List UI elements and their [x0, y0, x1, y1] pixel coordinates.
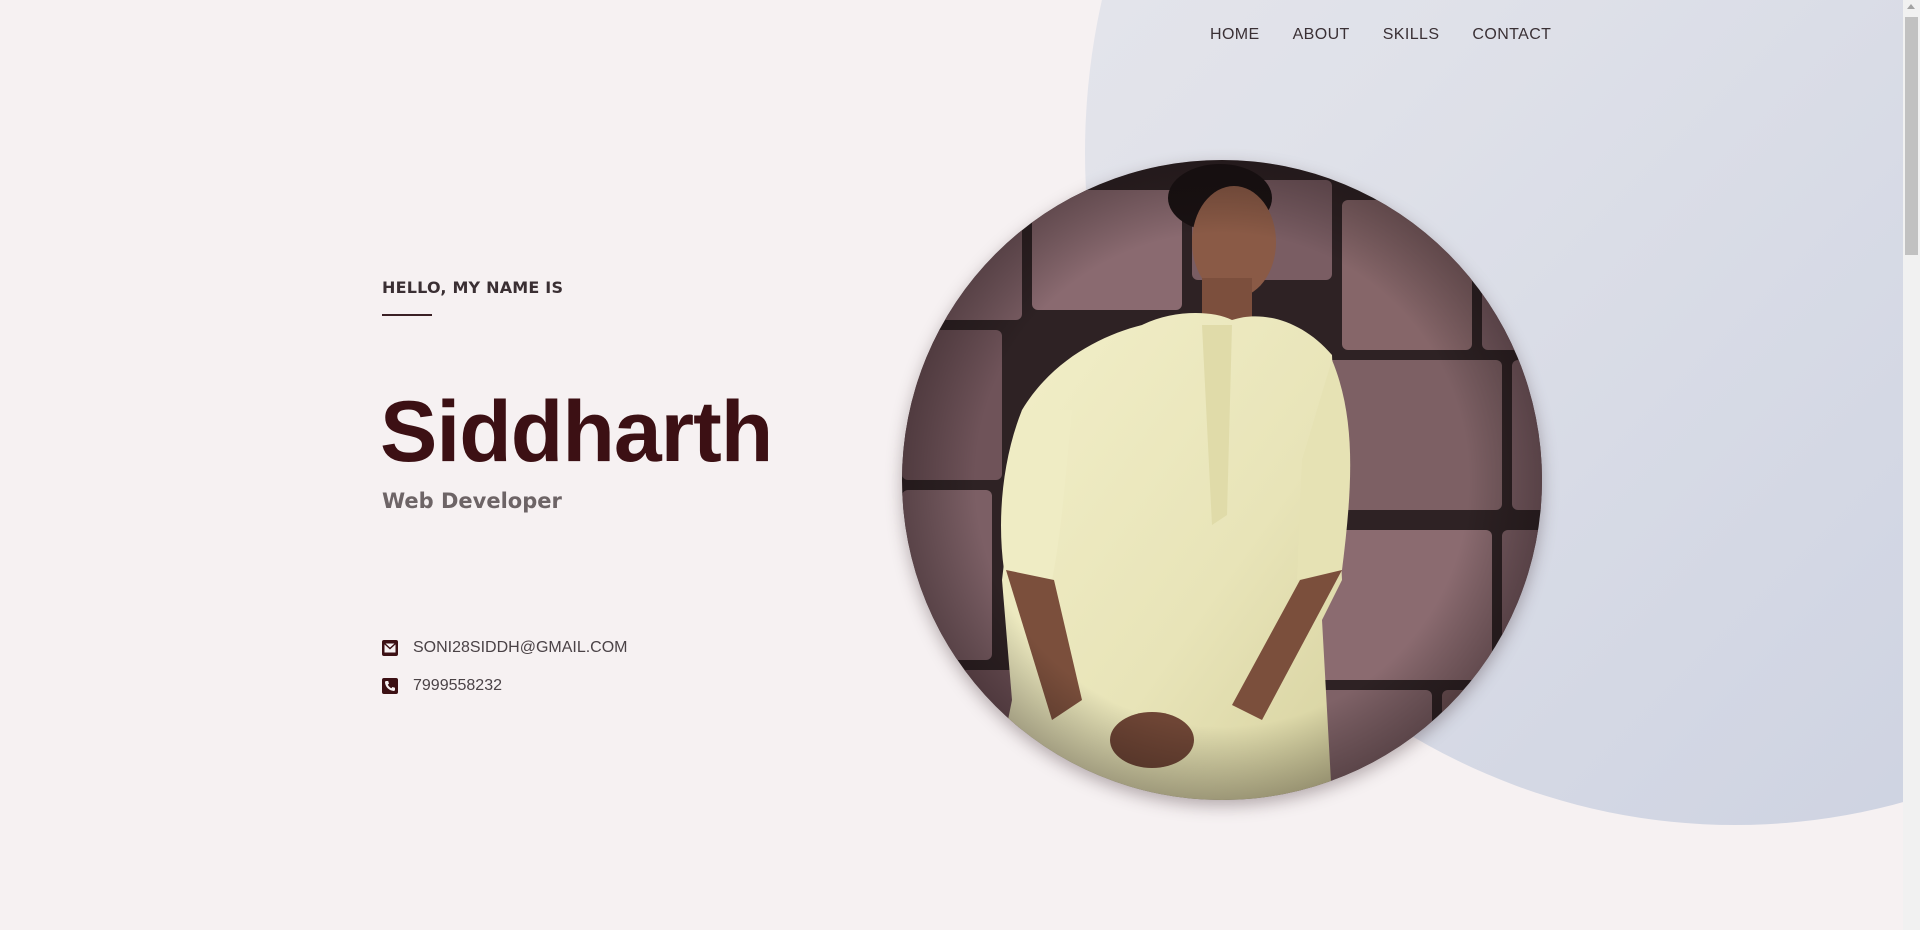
profile-photo [902, 160, 1542, 800]
contact-email[interactable]: SONI28SIDDH@GMAIL.COM [413, 639, 628, 657]
contact-info: SONI28SIDDH@GMAIL.COM 7999558232 [382, 629, 628, 705]
contact-phone[interactable]: 7999558232 [413, 677, 502, 695]
greeting-underline [382, 314, 432, 316]
hero-name: Siddharth [380, 384, 773, 480]
contact-email-row: SONI28SIDDH@GMAIL.COM [382, 629, 628, 667]
profile-photo-illustration [902, 160, 1542, 800]
nav-skills[interactable]: SKILLS [1383, 26, 1440, 44]
greeting-text: HELLO, MY NAME IS [382, 278, 564, 297]
intro: HELLO, MY NAME IS [382, 278, 563, 316]
scrollbar-thumb[interactable] [1905, 17, 1918, 255]
nav-about[interactable]: ABOUT [1293, 26, 1350, 44]
nav-home[interactable]: HOME [1210, 26, 1260, 44]
nav-contact[interactable]: CONTACT [1472, 26, 1551, 44]
scrollbar[interactable] [1903, 0, 1920, 930]
scroll-up-arrow-icon[interactable] [1907, 4, 1915, 9]
top-nav: HOME ABOUT SKILLS CONTACT [1210, 26, 1584, 44]
hero-role: Web Developer [382, 489, 562, 513]
phone-icon [382, 678, 398, 694]
page: HOME ABOUT SKILLS CONTACT HELLO, MY NAME… [0, 0, 1920, 930]
contact-phone-row: 7999558232 [382, 667, 628, 705]
envelope-icon [382, 640, 398, 656]
